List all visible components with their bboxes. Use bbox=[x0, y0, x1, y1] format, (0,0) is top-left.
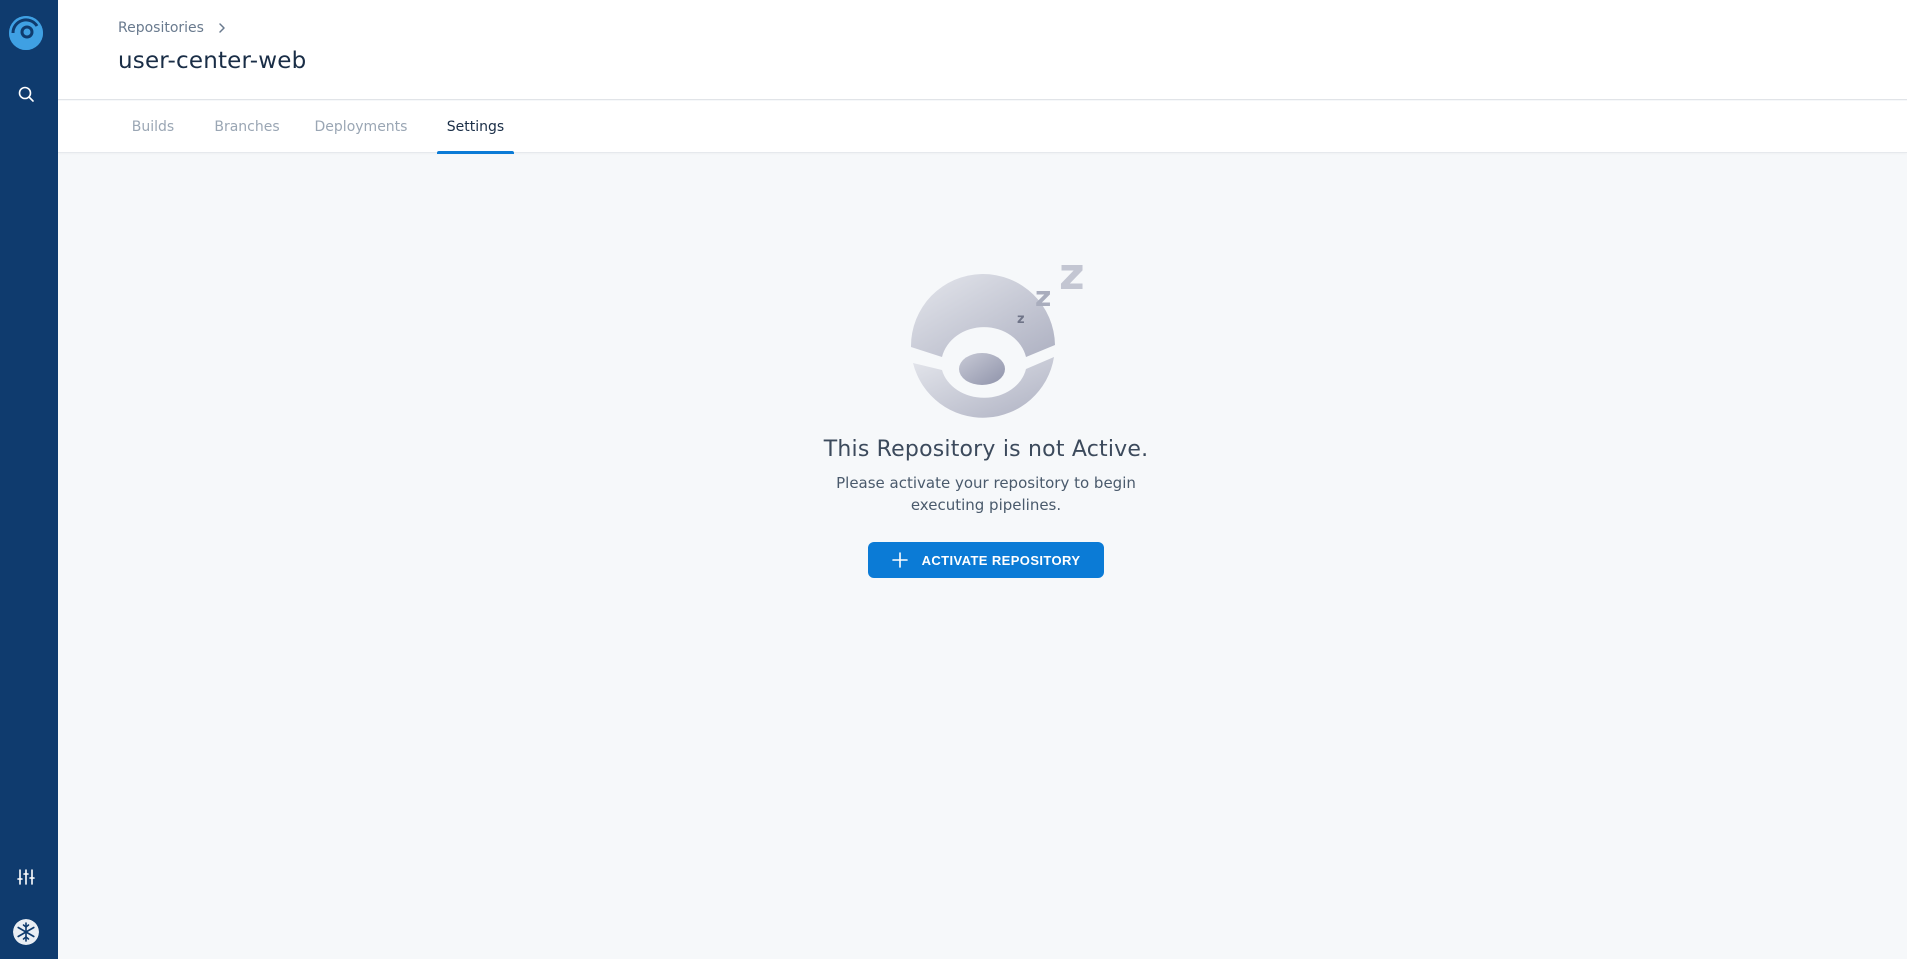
sidebar bbox=[0, 0, 58, 959]
empty-state-title: This Repository is not Active. bbox=[823, 437, 1149, 462]
page-header: Repositories user-center-web bbox=[58, 0, 1907, 100]
svg-text:z: z bbox=[1017, 312, 1025, 327]
search-icon[interactable] bbox=[13, 81, 39, 107]
tab-builds[interactable]: Builds bbox=[118, 101, 188, 153]
drone-logo-icon[interactable] bbox=[9, 16, 43, 50]
tab-bar: Builds Branches Deployments Settings bbox=[58, 101, 1907, 154]
page-title: user-center-web bbox=[118, 48, 307, 74]
activate-repository-button[interactable]: ACTIVATE REPOSITORY bbox=[868, 542, 1104, 578]
tab-branches[interactable]: Branches bbox=[204, 101, 290, 153]
sleeping-drone-icon: z z z bbox=[910, 249, 1085, 418]
tab-settings[interactable]: Settings bbox=[437, 101, 514, 154]
svg-text:z: z bbox=[1035, 280, 1051, 313]
activate-repository-label: ACTIVATE REPOSITORY bbox=[921, 552, 1081, 568]
empty-state-description: Please activate your repository to begin… bbox=[836, 474, 1136, 514]
breadcrumb: Repositories bbox=[118, 20, 228, 36]
snowflake-avatar-icon[interactable] bbox=[13, 919, 39, 945]
chevron-right-icon bbox=[219, 23, 225, 33]
svg-text:z: z bbox=[1059, 249, 1085, 300]
empty-state: z z z This Repository is not Active. Ple… bbox=[720, 245, 1252, 578]
tab-deployments[interactable]: Deployments bbox=[309, 101, 413, 153]
plus-icon bbox=[891, 552, 908, 568]
sliders-icon[interactable] bbox=[13, 864, 39, 890]
breadcrumb-repositories-link[interactable]: Repositories bbox=[118, 20, 204, 36]
